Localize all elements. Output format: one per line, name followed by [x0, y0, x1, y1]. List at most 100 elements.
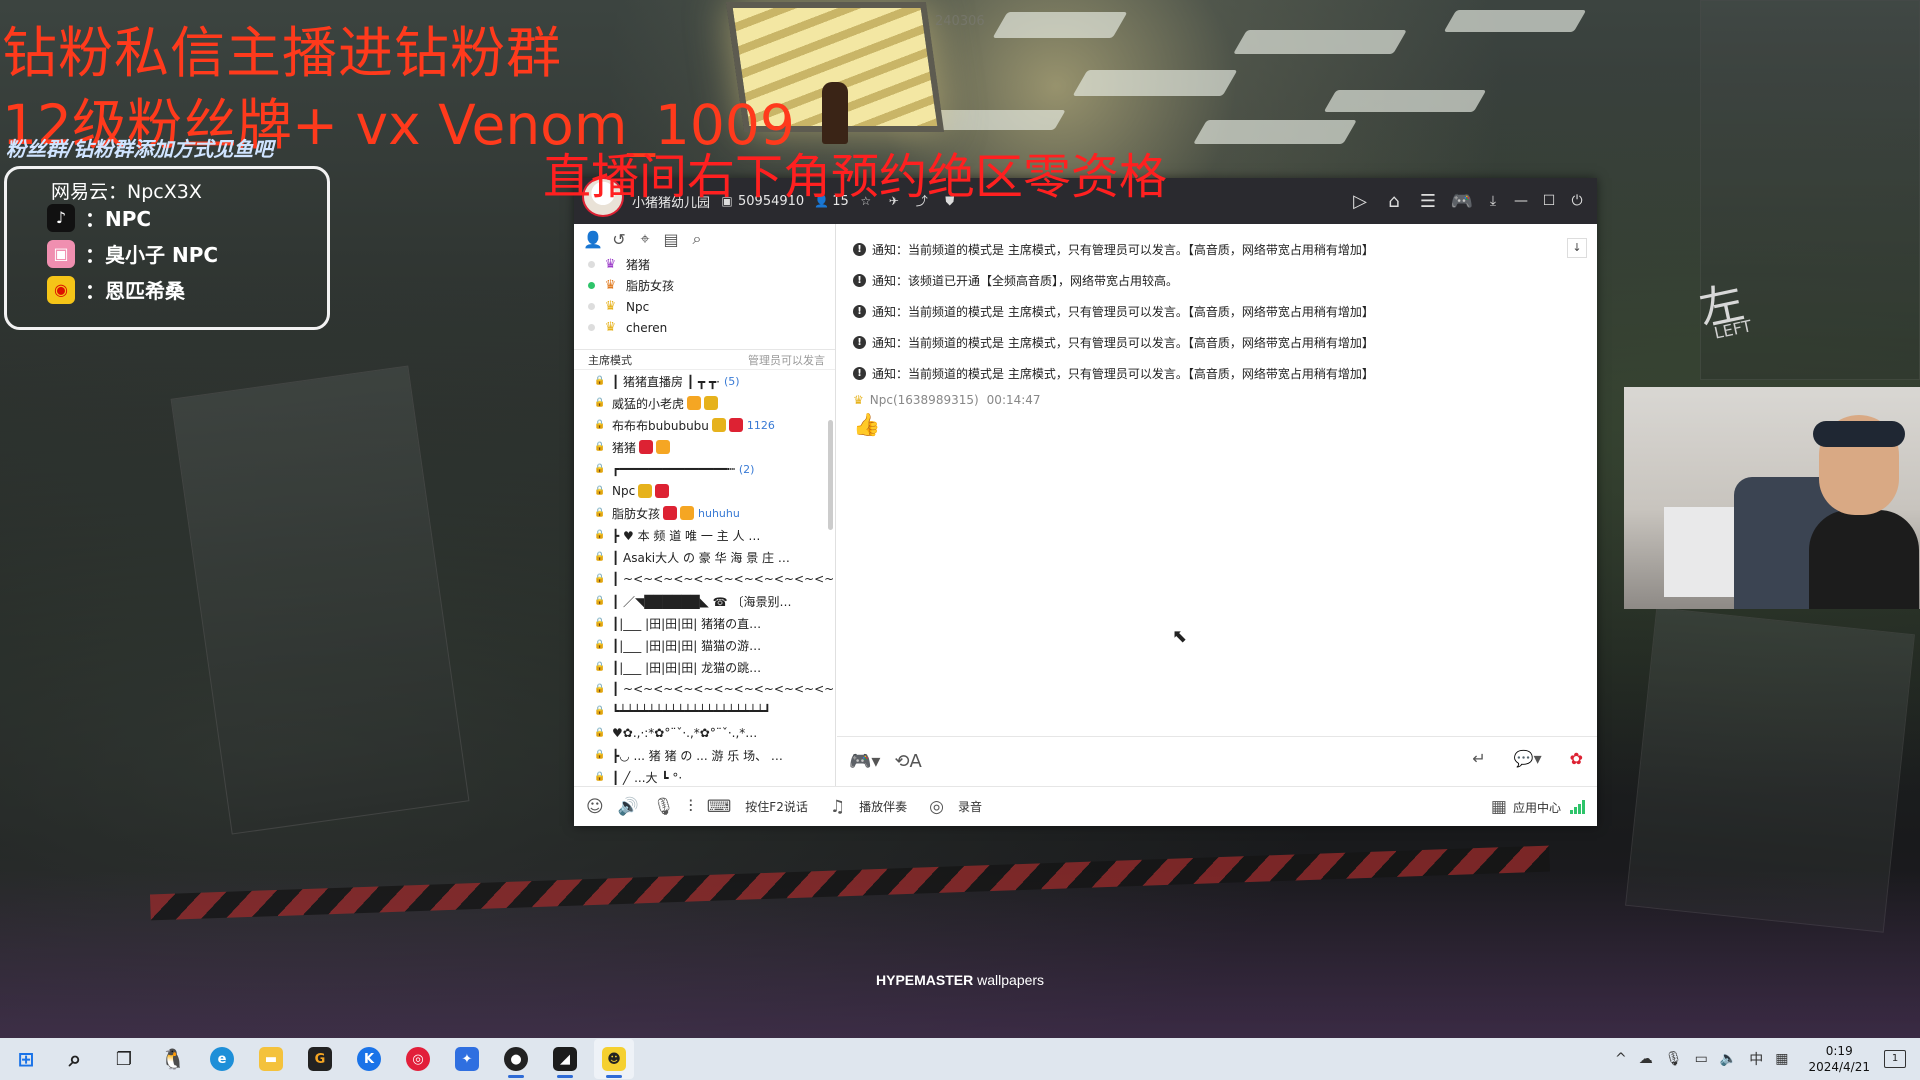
edge-app[interactable]: e: [202, 1039, 242, 1079]
channel-label: ┏━━━━━━━━━━━━━━━┉: [612, 462, 735, 476]
crown-icon: ♛: [604, 320, 617, 335]
channel-row[interactable]: 🔒 ┃ Asaki大人 の 豪 华 海 景 庄 …: [574, 546, 835, 568]
app-g[interactable]: G: [300, 1039, 340, 1079]
tab-notes[interactable]: ▤: [658, 227, 684, 251]
channel-row[interactable]: 🔒 ┏━━━━━━━━━━━━━━━┉ (2): [574, 458, 835, 480]
channel-row[interactable]: 🔒 ┣ ♥ 本 频 道 唯 一 主 人 …: [574, 524, 835, 546]
clock[interactable]: 0:19 2024/4/21: [1808, 1043, 1870, 1075]
channel-row[interactable]: 🔒 ┃|___ |田|田|田| 猫猫の游…: [574, 634, 835, 656]
speaker-button[interactable]: 🔊: [618, 797, 639, 817]
ime-mode-icon[interactable]: ▦: [1775, 1051, 1788, 1067]
scroll-bottom-button[interactable]: ↓: [1567, 238, 1587, 258]
yy-client-window: 小猪猪幼儿园 ▣ 50954910 👤 15 ☆ ✈ ⤴ ⛊ ▷ ⌂ ☰ 🎮 ⤓…: [574, 177, 1597, 826]
streamer-headband: [1813, 421, 1905, 447]
overlay-line-3: 粉丝群/钻粉群添加方式见鱼吧: [6, 137, 274, 161]
push-to-talk-label[interactable]: 按住F2说话: [745, 798, 808, 815]
obs-app[interactable]: ●: [496, 1039, 536, 1079]
play-music-button[interactable]: 播放伴奏: [859, 798, 907, 815]
app-steam[interactable]: ◢: [545, 1039, 585, 1079]
channel-row[interactable]: 🔒 ┗┷┷┷┷┷┷┷┷┷┷┷┷┷┷┷┷┷┷┷┷┛: [574, 700, 835, 722]
list-button[interactable]: ☰: [1411, 184, 1445, 218]
taskview-button[interactable]: ❐: [104, 1039, 144, 1079]
channel-row[interactable]: 🔒 ┣◡ ... 猪 猪 の ... 游 乐 场、 …: [574, 744, 835, 766]
tray-weather-icon[interactable]: ☁: [1639, 1051, 1653, 1067]
mode-hint: 管理员可以发言: [748, 353, 825, 367]
crown-icon: ♛: [604, 278, 617, 293]
system-tray: ^ ☁ 🎙 ▭ 🔈 中 ▦ 0:19 2024/4/21 1: [1615, 1038, 1920, 1080]
channel-label: ┃ Asaki大人 の 豪 华 海 景 庄 …: [612, 550, 790, 565]
channel-row[interactable]: 🔒 脂肪女孩 huhuhu: [574, 502, 835, 524]
channel-row[interactable]: 🔒 猪猪: [574, 436, 835, 458]
speaker-item[interactable]: ♛ Npc: [588, 296, 835, 317]
penguin-icon: 🐧: [160, 1047, 186, 1071]
tray-network-icon[interactable]: ▭: [1695, 1051, 1708, 1067]
channel-row[interactable]: 🔒 ♥✿.,·:*✿°¨ˇ·.,*✿°¨ˇ·.,*…: [574, 722, 835, 744]
channel-row[interactable]: 🔒 ┃ ／◥██████◣ ☎ 〔海景别…: [574, 590, 835, 612]
channel-scrollbar[interactable]: [828, 420, 833, 530]
chat-bubble-button[interactable]: 💬▾: [1500, 749, 1542, 768]
input-area[interactable]: 🎮▾ ⟲A ↵ 💬▾ ✿: [837, 736, 1597, 786]
ceiling-light: [992, 12, 1128, 38]
notice-prefix: 通知：: [872, 305, 909, 319]
record-button[interactable]: 录音: [958, 798, 982, 815]
channel-row[interactable]: 🔒 ┃|___ |田|田|田| 猪猪の直…: [574, 612, 835, 634]
home-button[interactable]: ⌂: [1377, 184, 1411, 218]
speaker-item[interactable]: ♛ 猪猪: [588, 254, 835, 275]
mixer-button[interactable]: ⫶: [689, 797, 693, 817]
explorer-app[interactable]: ▬: [251, 1039, 291, 1079]
netease-music-app[interactable]: ◎: [398, 1039, 438, 1079]
app-k[interactable]: K: [349, 1039, 389, 1079]
overlay-line-4: 直播间右下角预约绝区零资格: [543, 149, 1168, 205]
bilibili-icon: ▣: [47, 239, 75, 268]
flower-button[interactable]: ✿: [1556, 749, 1583, 768]
app-center[interactable]: ▦ 应用中心: [1491, 797, 1585, 817]
speaker-item[interactable]: ♛ 脂肪女孩: [588, 275, 835, 296]
notice-text: 当前频道的模式是 主席模式，只有管理员可以发言。【高音质，网络带宽占用稍有增加】: [908, 305, 1374, 319]
minimize-button[interactable]: —: [1507, 184, 1535, 218]
speaker-item[interactable]: ♛ cheren: [588, 317, 835, 338]
tray-volume-icon[interactable]: 🔈: [1720, 1051, 1737, 1067]
search-button[interactable]: ⌕: [55, 1039, 95, 1079]
lock-icon: 🔒: [594, 464, 606, 474]
mic-icon: 🎙: [652, 796, 675, 817]
start-button[interactable]: ⊞: [6, 1039, 46, 1079]
f2-button[interactable]: ⌨: [707, 797, 732, 817]
person-icon: 👤: [583, 229, 603, 249]
mode-label[interactable]: 主席模式: [588, 352, 632, 368]
tray-mic-icon[interactable]: 🎙: [1665, 1051, 1683, 1067]
channel-row[interactable]: 🔒 ┃ ~<~<~<~<~<~<~<~<~<~<~<~<~…: [574, 568, 835, 590]
maximize-button[interactable]: ☐: [1535, 184, 1563, 218]
tab-recent[interactable]: ↺: [606, 227, 632, 251]
channel-row[interactable]: 🔒 ┃|___ |田|田|田| 龙猫の跳…: [574, 656, 835, 678]
power-button[interactable]: ⏻: [1563, 184, 1591, 218]
tray-expand-button[interactable]: ^: [1615, 1051, 1627, 1067]
power-icon: ⏻: [1571, 193, 1583, 209]
tab-location[interactable]: ⌖: [632, 227, 658, 251]
app-bird[interactable]: ✦: [447, 1039, 487, 1079]
channel-row[interactable]: 🔒 Npc: [574, 480, 835, 502]
game-button[interactable]: 🎮: [1445, 184, 1479, 218]
mic-button[interactable]: 🎙: [653, 797, 675, 817]
ime-indicator[interactable]: 中: [1749, 1049, 1763, 1069]
tab-search[interactable]: ⌕: [684, 227, 710, 251]
notification-button[interactable]: 1: [1884, 1050, 1906, 1068]
translate-button[interactable]: ⟲A: [894, 751, 921, 772]
tab-members[interactable]: 👤: [580, 227, 606, 251]
lock-icon: 🔒: [594, 618, 606, 628]
live-button[interactable]: ▷: [1343, 184, 1377, 218]
channel-row[interactable]: 🔒 ┃ 猪猪直播房 ┃ ┳ ┳· (5): [574, 370, 835, 392]
qq-app[interactable]: 🐧: [153, 1039, 193, 1079]
channel-row[interactable]: 🔒 威猛的小老虎: [574, 392, 835, 414]
emoji-game-button[interactable]: 🎮▾: [849, 751, 880, 772]
sliders-icon: ⫶: [688, 796, 693, 817]
yy-app[interactable]: ☻: [594, 1039, 634, 1079]
sender-name[interactable]: Npc(1638989315): [870, 393, 979, 407]
channel-count: huhuhu: [698, 506, 740, 520]
channel-row[interactable]: 🔒 布布布bubububu 1126: [574, 414, 835, 436]
maximize-icon: ☐: [1542, 193, 1556, 209]
channel-row[interactable]: 🔒 ┃ ╱ ...大 ┗ °·: [574, 766, 835, 786]
avatar[interactable]: ☺: [586, 797, 604, 817]
enter-button[interactable]: ↵: [1458, 749, 1485, 768]
pin-button[interactable]: ⤓: [1479, 184, 1507, 218]
channel-row[interactable]: 🔒 ┃ ~<~<~<~<~<~<~<~<~<~<~<~<~…: [574, 678, 835, 700]
